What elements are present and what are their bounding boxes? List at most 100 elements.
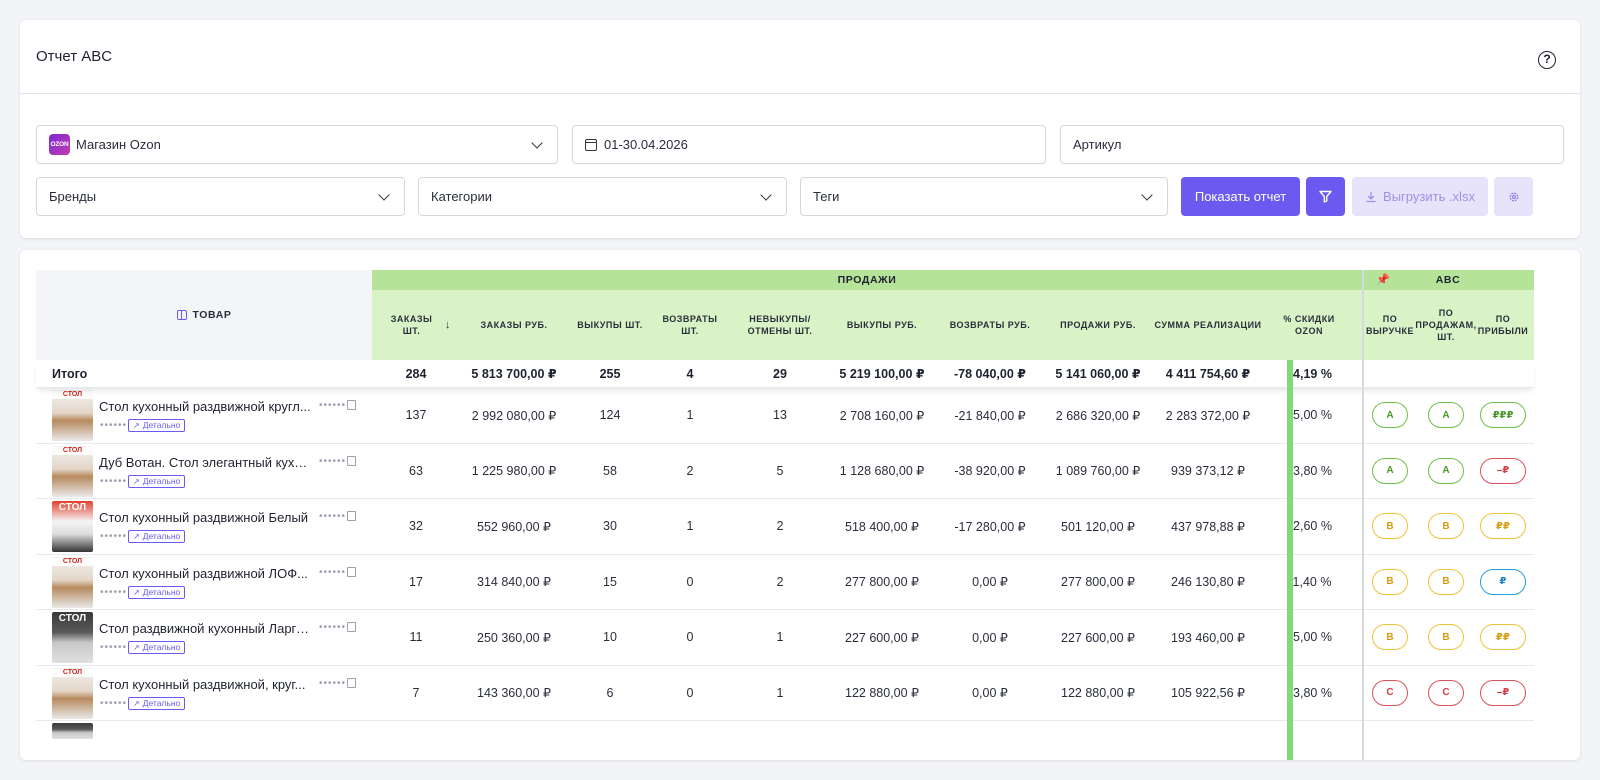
product-name[interactable]: Стол кухонный раздвижной кругл...	[99, 399, 311, 414]
column-header[interactable]: СУММА РЕАЛИЗАЦИИ	[1153, 290, 1263, 360]
detail-link-button[interactable]: ↗ Детально	[128, 419, 186, 432]
pin-icon[interactable]: 📌	[1376, 270, 1390, 290]
sort-down-icon[interactable]: ↓	[445, 319, 451, 331]
export-xlsx-button[interactable]: Выгрузить .xlsx	[1352, 177, 1488, 216]
product-thumbnail[interactable]: СТОЛ	[52, 390, 93, 441]
table-cell: 1	[686, 408, 694, 423]
categories-select-label: Категории	[431, 189, 492, 204]
column-header[interactable]: ВЫКУПЫ РУБ.	[822, 290, 942, 360]
ozon-discount-highlight	[1287, 360, 1293, 760]
column-header-label: СУММА РЕАЛИЗАЦИИ	[1154, 320, 1262, 330]
tags-select[interactable]: Теги	[800, 177, 1168, 216]
table-cell: 0	[686, 685, 694, 700]
profit-grade-badge: ₽	[1480, 568, 1526, 595]
store-select-value: Магазин Ozon	[76, 137, 161, 152]
masked-article: ••••••	[319, 566, 347, 578]
copy-icon[interactable]	[347, 400, 356, 410]
table-row[interactable]: СТОЛ Стол кухонный раздвижной, круг... •••…	[36, 665, 1534, 721]
abc-grade-badge: B	[1428, 513, 1464, 539]
product-thumbnail[interactable]: СТОЛ	[52, 556, 93, 608]
table-row[interactable]: СТОЛ Стол раздвижной кухонный Ларго... •••…	[36, 610, 1534, 666]
copy-icon[interactable]	[347, 622, 356, 632]
total-cell: 284	[405, 366, 427, 381]
product-name[interactable]: Дуб Вотан. Стол элегантный кухо...	[99, 455, 311, 470]
table-row[interactable]: СТОЛ Стол кухонный раздвижной ЛОФ... •••••…	[36, 554, 1534, 610]
column-header-label: ПРОДАЖИ РУБ.	[1060, 320, 1136, 330]
detail-link-button[interactable]: ↗ Детально	[128, 474, 186, 488]
table-cell: 15	[603, 574, 617, 589]
profit-grade-badge: –₽	[1480, 679, 1526, 706]
external-link-icon: ↗	[133, 476, 140, 486]
column-header[interactable]: ПРОДАЖИ РУБ.	[1043, 290, 1153, 360]
masked-sku: ••••••	[100, 475, 128, 487]
table-row[interactable]: СТОЛ Дуб Вотан. Стол элегантный кухо... ••…	[36, 443, 1534, 499]
store-select[interactable]: OZON Магазин Ozon	[36, 125, 558, 164]
copy-icon[interactable]	[347, 511, 356, 521]
copy-icon[interactable]	[347, 566, 356, 577]
product-thumbnail[interactable]: СТОЛ	[52, 501, 93, 552]
abc-report-table: ТОВАР ПРОДАЖИ 📌 ABC ЗАКАЗЫ ШТ. ↓ ЗАКАЗЫ РУ…	[20, 250, 1580, 760]
product-thumbnail[interactable]	[52, 723, 93, 739]
table-cell: 5	[776, 463, 784, 478]
detail-link-button[interactable]: ↗ Детально	[128, 530, 186, 543]
column-header[interactable]: ВЫКУПЫ ШТ.	[575, 290, 645, 360]
column-header[interactable]: ВОЗВРАТЫ РУБ.	[940, 290, 1040, 360]
column-header[interactable]: % СКИДКИ OZON	[1274, 290, 1344, 360]
product-name[interactable]: Стол кухонный раздвижной ЛОФ...	[99, 566, 311, 581]
settings-button[interactable]	[1494, 177, 1533, 216]
thumbnail-label: СТОЛ	[52, 557, 93, 566]
product-thumbnail[interactable]: СТОЛ	[52, 612, 93, 663]
table-cell: 2 708 160,00 ₽	[839, 408, 925, 423]
table-cell: 122 880,00 ₽	[845, 686, 919, 701]
total-cell: -78 040,00 ₽	[954, 367, 1026, 381]
column-header[interactable]: ЗАКАЗЫ ШТ. ↓	[381, 290, 451, 360]
columns-icon[interactable]	[176, 310, 187, 320]
profit-grade-badge: –₽	[1480, 457, 1526, 484]
abc-column-header[interactable]: ПО ПРОДАЖАМ, ШТ.	[1416, 290, 1476, 360]
abc-column-header[interactable]: ПО ПРИБЫЛИ	[1473, 290, 1533, 360]
column-header[interactable]: НЕВЫКУПЫ/ ОТМЕНЫ ШТ.	[735, 290, 825, 360]
masked-article: ••••••	[319, 622, 347, 633]
table-cell: 227 600,00 ₽	[845, 630, 919, 645]
abc-column-header-label: ПО ВЫРУЧКЕ	[1365, 314, 1415, 336]
product-thumbnail[interactable]: СТОЛ	[52, 445, 93, 497]
column-header-label: ВОЗВРАТЫ РУБ.	[949, 320, 1031, 330]
thumbnail-label: СТОЛ	[58, 502, 87, 513]
table-cell: 58	[603, 463, 617, 478]
table-cell: 15,00 %	[1286, 630, 1332, 645]
product-name[interactable]: Стол кухонный раздвижной, круг...	[99, 677, 311, 692]
product-column-header[interactable]: ТОВАР	[36, 270, 372, 360]
product-name[interactable]: Стол кухонный раздвижной Белый	[99, 510, 311, 525]
detail-link-button[interactable]: ↗ Детально	[128, 696, 186, 710]
masked-sku: ••••••	[100, 697, 128, 709]
download-icon	[1366, 191, 1376, 202]
copy-icon[interactable]	[347, 677, 356, 688]
detail-link-button[interactable]: ↗ Детально	[128, 641, 186, 654]
table-row[interactable]: СТОЛ Стол кухонный раздвижной кругл... •••…	[36, 388, 1534, 444]
table-row[interactable]: СТОЛ Стол кухонный раздвижной Белый ••••••…	[36, 499, 1534, 555]
brands-select[interactable]: Бренды	[36, 177, 405, 216]
categories-select[interactable]: Категории	[418, 177, 787, 216]
column-header-label: ВЫКУПЫ ШТ.	[577, 320, 643, 330]
tags-select-label: Теги	[813, 189, 840, 204]
abc-column-header-label: ПО ПРОДАЖАМ, ШТ.	[1416, 308, 1476, 342]
product-thumbnail[interactable]: СТОЛ	[52, 667, 93, 719]
external-link-icon: ↗	[133, 421, 140, 430]
period-value: 01-30.04.2026	[604, 137, 688, 152]
period-picker[interactable]: 01-30.04.2026	[572, 125, 1046, 164]
product-name[interactable]: Стол раздвижной кухонный Ларго...	[99, 621, 311, 636]
column-header[interactable]: ВОЗВРАТЫ ШТ.	[655, 290, 725, 360]
column-header[interactable]: ЗАКАЗЫ РУБ.	[454, 290, 574, 360]
total-cell: 29	[773, 366, 787, 381]
help-icon[interactable]: ?	[1538, 51, 1556, 69]
article-input[interactable]: Артикул	[1060, 125, 1564, 164]
abc-column-header[interactable]: ПО ВЫРУЧКЕ	[1360, 290, 1420, 360]
column-header-label: ЗАКАЗЫ РУБ.	[480, 320, 548, 330]
detail-link-button[interactable]: ↗ Детально	[128, 585, 186, 599]
copy-icon[interactable]	[347, 455, 356, 466]
detail-label: Детально	[142, 642, 181, 652]
table-cell: 1	[776, 630, 784, 645]
show-report-button[interactable]: Показать отчет	[1181, 177, 1300, 216]
filter-button[interactable]	[1306, 177, 1345, 216]
detail-label: Детально	[142, 586, 181, 597]
